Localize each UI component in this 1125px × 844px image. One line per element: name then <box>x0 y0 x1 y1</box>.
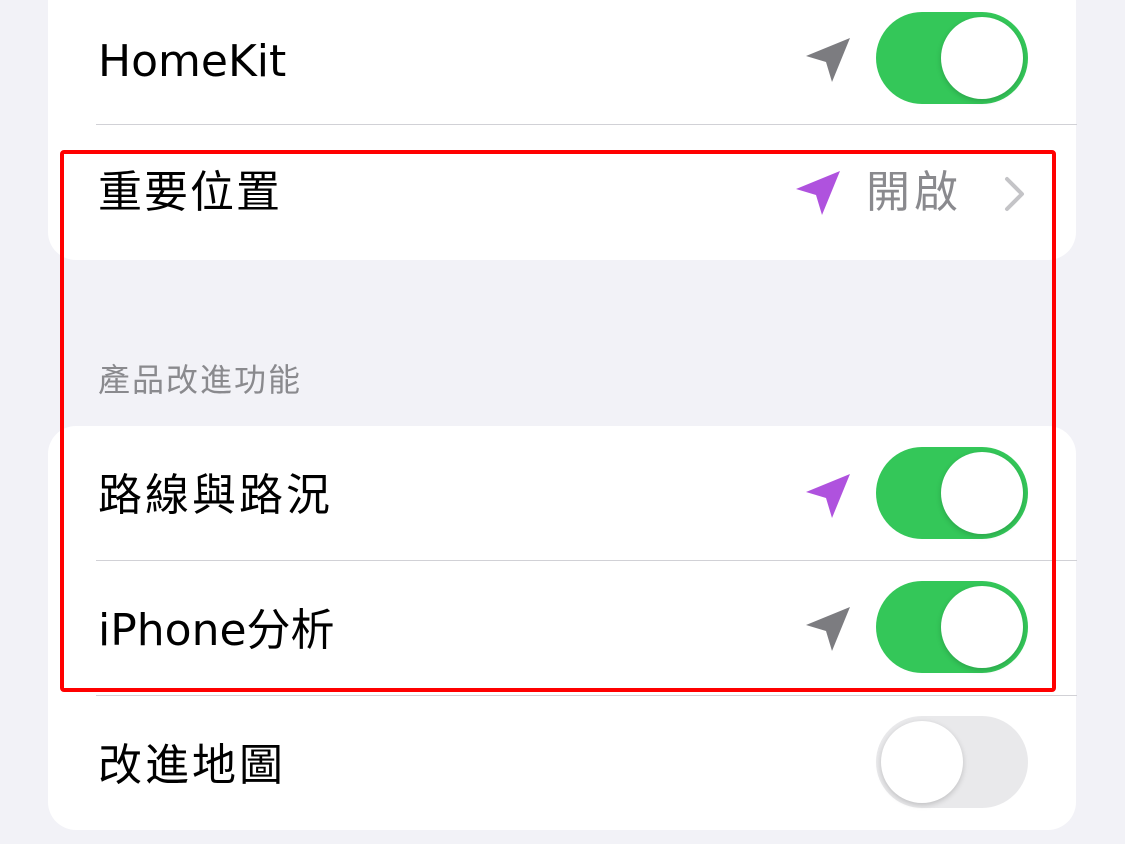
toggle-knob <box>941 17 1023 99</box>
row-homekit[interactable]: HomeKit <box>0 0 1028 124</box>
routing-traffic-toggle[interactable] <box>876 447 1028 539</box>
chevron-right-icon <box>1004 176 1026 212</box>
significant-locations-value: 開啟 <box>866 167 962 218</box>
row-routing-traffic[interactable]: 路線與路況 <box>0 426 1028 560</box>
toggle-knob <box>941 452 1023 534</box>
location-arrow-icon <box>802 34 854 86</box>
row-iphone-analytics[interactable]: iPhone分析 <box>0 561 1028 695</box>
location-arrow-icon <box>792 167 844 219</box>
row-label-significant-locations: 重要位置 <box>98 167 282 218</box>
location-arrow-icon <box>802 470 854 522</box>
row-improve-maps[interactable]: 改進地圖 <box>0 696 1028 830</box>
improve-maps-toggle[interactable] <box>876 716 1028 808</box>
toggle-knob <box>941 586 1023 668</box>
section-header-product-improvement: 產品改進功能 <box>98 361 303 399</box>
iphone-analytics-toggle[interactable] <box>876 581 1028 673</box>
toggle-knob <box>881 721 963 803</box>
row-label-improve-maps: 改進地圖 <box>98 740 286 791</box>
row-label-routing-traffic: 路線與路況 <box>98 470 333 521</box>
homekit-toggle[interactable] <box>876 12 1028 104</box>
row-label-homekit: HomeKit <box>98 36 287 87</box>
row-significant-locations[interactable]: 重要位置 開啟 <box>0 125 1028 260</box>
row-label-iphone-analytics: iPhone分析 <box>98 605 335 656</box>
location-arrow-icon <box>802 603 854 655</box>
